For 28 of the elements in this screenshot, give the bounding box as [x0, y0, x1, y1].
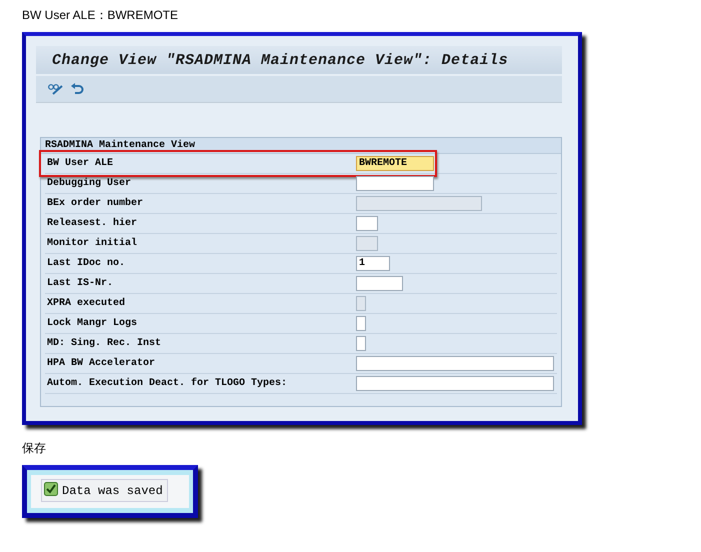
- field-label: BEx order number: [46, 198, 144, 209]
- field-label: BW User ALE: [46, 158, 114, 169]
- input-field[interactable]: 1: [356, 256, 390, 271]
- input-field[interactable]: [356, 276, 403, 291]
- glasses-pencil-icon[interactable]: [48, 82, 64, 96]
- field-label: HPA BW Accelerator: [46, 358, 156, 369]
- undo-icon[interactable]: [70, 83, 84, 95]
- input-field[interactable]: [356, 216, 378, 231]
- checkbox[interactable]: [356, 316, 366, 331]
- field-label: Lock Mangr Logs: [46, 318, 138, 329]
- window-title: Change View "RSADMINA Maintenance View": Details: [36, 46, 562, 74]
- field-label: Last IDoc no.: [46, 258, 126, 269]
- input-field[interactable]: [356, 376, 554, 391]
- input-field[interactable]: [356, 176, 434, 191]
- checkbox[interactable]: [356, 336, 366, 351]
- field-label: Releasest. hier: [46, 218, 138, 229]
- input-field[interactable]: BWREMOTE: [356, 156, 434, 171]
- field-label: Autom. Execution Deact. for TLOGO Types:: [46, 378, 288, 389]
- caption: 保存: [22, 440, 47, 457]
- field-label: XPRA executed: [46, 298, 126, 309]
- message-text: Data was saved: [62, 484, 163, 498]
- group-title: RSADMINA Maintenance View: [41, 138, 561, 154]
- field-label: MD: Sing. Rec. Inst: [46, 338, 162, 349]
- field-label: Last IS-Nr.: [46, 278, 114, 289]
- field-label: Monitor initial: [46, 238, 138, 249]
- field-label: Debugging User: [46, 178, 132, 189]
- caption: BW User ALE：BWREMOTE: [22, 7, 180, 24]
- input-field[interactable]: [356, 356, 554, 371]
